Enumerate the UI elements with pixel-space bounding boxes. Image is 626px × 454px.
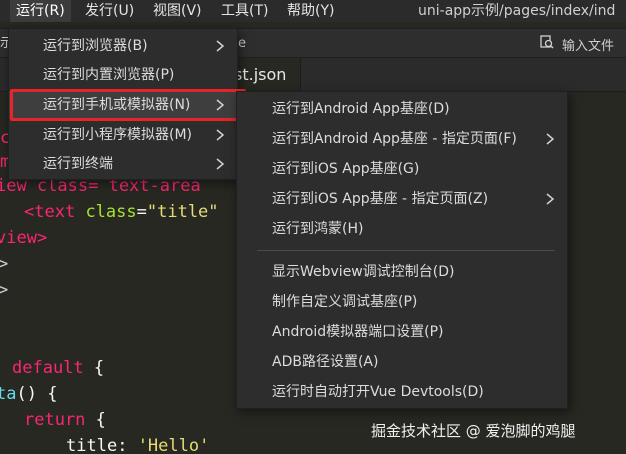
- menu-item-webview-console[interactable]: 显示Webview调试控制台(D): [237, 258, 567, 286]
- menu-bar: 运行(R) 发行(U) 视图(V) 工具(T) 帮助(Y) uni-app示例/…: [0, 0, 626, 22]
- menu-help[interactable]: 帮助(Y): [281, 0, 340, 22]
- menu-item-run-browser[interactable]: 运行到浏览器(B): [9, 32, 237, 60]
- chevron-right-icon: [215, 91, 227, 119]
- code-line: title: 'Hello': [66, 436, 210, 454]
- menu-item-ios-base-page[interactable]: 运行到iOS App基座 - 指定页面(Z): [237, 185, 567, 213]
- code-line: ta() {: [0, 384, 58, 404]
- menu-item-run-device[interactable]: 运行到手机或模拟器(N): [9, 91, 237, 119]
- menu-item-ios-base[interactable]: 运行到iOS App基座(G): [237, 155, 567, 183]
- menu-item-emulator-port[interactable]: Android模拟器端口设置(P): [237, 318, 567, 346]
- toolbar-text: e: [238, 36, 246, 51]
- menu-item-adb-path[interactable]: ADB路径设置(A): [237, 348, 567, 376]
- menu-run[interactable]: 运行(R): [10, 0, 71, 22]
- chevron-right-icon: [215, 150, 227, 178]
- menu-separator: [257, 250, 555, 251]
- menu-item-custom-debug-base[interactable]: 制作自定义调试基座(P): [237, 288, 567, 316]
- chevron-right-icon: [545, 125, 557, 153]
- tab-json-file[interactable]: st.json: [230, 58, 302, 92]
- run-menu: 运行到浏览器(B) 运行到内置浏览器(P) 运行到手机或模拟器(N) 运行到小程…: [8, 28, 238, 180]
- code-line: <text class="title": [24, 202, 219, 222]
- menu-tools[interactable]: 工具(T): [215, 0, 274, 22]
- device-submenu: 运行到Android App基座(D) 运行到Android App基座 - 指…: [236, 91, 568, 409]
- code-line: >: [0, 280, 9, 300]
- chevron-right-icon: [215, 32, 227, 60]
- chevron-right-icon: [545, 185, 557, 213]
- menu-item-run-builtin-browser[interactable]: 运行到内置浏览器(P): [9, 61, 237, 89]
- file-search[interactable]: 输入文件: [540, 29, 614, 59]
- code-line: >: [0, 254, 9, 274]
- search-icon: [540, 35, 554, 53]
- menu-publish[interactable]: 发行(U): [79, 0, 140, 22]
- menu-item-run-miniprogram[interactable]: 运行到小程序模拟器(M): [9, 121, 237, 149]
- code-line: return {: [24, 410, 106, 430]
- menu-item-harmony[interactable]: 运行到鸿蒙(H): [237, 215, 567, 243]
- menu-item-vue-devtools[interactable]: 运行时自动打开Vue Devtools(D): [237, 378, 567, 406]
- menu-item-android-base-page[interactable]: 运行到Android App基座 - 指定页面(F): [237, 125, 567, 153]
- chevron-right-icon: [215, 121, 227, 149]
- window-title: uni-app示例/pages/index/ind: [418, 3, 616, 19]
- watermark: 掘金技术社区 @ 爱泡脚的鸡腿: [371, 422, 576, 440]
- code-line: default {: [12, 358, 105, 378]
- menu-view[interactable]: 视图(V): [147, 0, 208, 22]
- menu-item-run-terminal[interactable]: 运行到终端: [9, 150, 237, 178]
- search-input[interactable]: 输入文件: [562, 35, 614, 54]
- menu-item-android-base[interactable]: 运行到Android App基座(D): [237, 95, 567, 123]
- code-line: view>: [0, 228, 48, 248]
